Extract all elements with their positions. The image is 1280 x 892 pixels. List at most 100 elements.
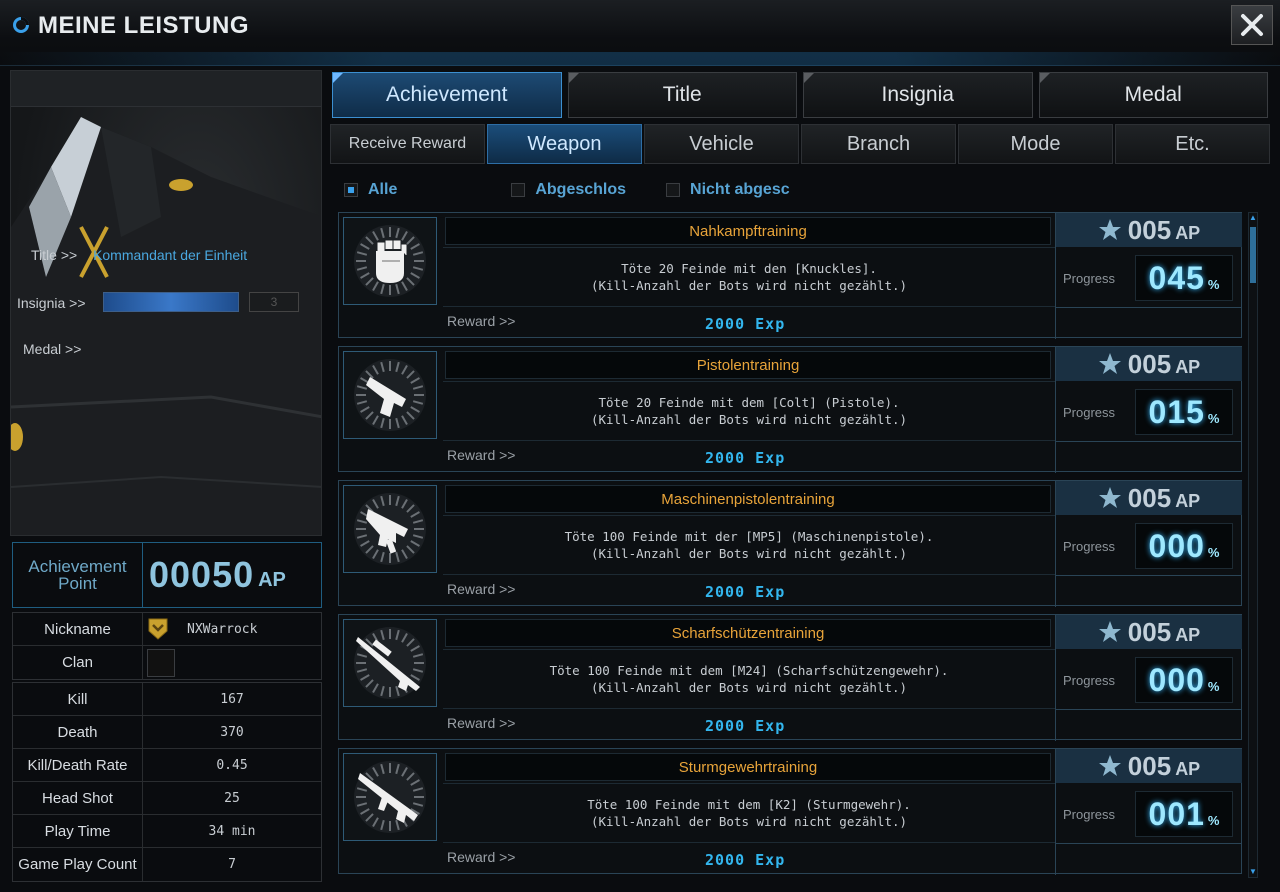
pistol-icon xyxy=(354,359,426,431)
star-icon xyxy=(1098,487,1121,508)
ap-unit-label: AP xyxy=(1175,490,1201,511)
progress-label: Progress xyxy=(1063,539,1116,554)
description-line2: (Kill-Anzahl der Bots wird nicht gezählt… xyxy=(590,546,908,561)
clan-row: Clan xyxy=(13,646,321,679)
weapon-icon-box xyxy=(343,485,437,573)
progress-percent: % xyxy=(1207,812,1220,828)
filter-all[interactable]: Alle xyxy=(344,178,397,202)
stat-row: Game Play Count 7 xyxy=(13,848,321,881)
tab-mode[interactable]: Mode xyxy=(958,124,1113,164)
achievement-panel: Achievement Title Insignia Medal Receive… xyxy=(330,70,1270,882)
achievement-card[interactable]: Maschinenpistolentraining Töte 100 Feind… xyxy=(338,480,1242,607)
description-line2: (Kill-Anzahl der Bots wird nicht gezählt… xyxy=(590,814,908,829)
stat-value: 370 xyxy=(220,724,244,740)
stat-row: Death 370 xyxy=(13,716,321,749)
tab-weapon[interactable]: Weapon xyxy=(487,124,642,164)
star-icon xyxy=(1098,353,1121,374)
ap-unit-label: AP xyxy=(1175,624,1201,645)
weapon-icon-box xyxy=(343,351,437,439)
titlebar-glow xyxy=(0,52,1280,66)
clan-label: Clan xyxy=(13,646,143,679)
progress-label: Progress xyxy=(1063,673,1116,688)
achievement-card[interactable]: Sturmgewehrtraining Töte 100 Feinde mit … xyxy=(338,748,1242,875)
stat-value: 167 xyxy=(220,691,244,707)
ap-cell: 005 AP xyxy=(1056,749,1242,783)
achievement-name: Nahkampftraining xyxy=(445,217,1051,245)
filter-completed-checkbox[interactable] xyxy=(511,183,526,197)
ap-cell: 005 AP xyxy=(1056,347,1242,381)
progress-value: 000 xyxy=(1148,661,1205,698)
ap-value: 005 xyxy=(1127,482,1172,513)
description-line2: (Kill-Anzahl der Bots wird nicht gezählt… xyxy=(590,412,908,427)
ap-value: 005 xyxy=(1127,214,1172,245)
progress-box: 000 % xyxy=(1135,657,1233,703)
achievement-name: Scharfschützentraining xyxy=(445,619,1051,647)
ap-cell: 005 AP xyxy=(1056,615,1242,649)
achievement-name: Pistolentraining xyxy=(445,351,1051,379)
filter-completed[interactable]: Abgeschlos xyxy=(511,178,626,202)
reward-label[interactable]: Reward >> xyxy=(447,313,515,329)
reward-value: 2000 Exp xyxy=(705,717,786,735)
tab-branch[interactable]: Branch xyxy=(801,124,956,164)
achievement-description: Töte 20 Feinde mit dem [Colt] (Pistole).… xyxy=(443,381,1055,441)
scroll-up-arrow-icon[interactable]: ▲ xyxy=(1249,213,1257,223)
description-line1: Töte 20 Feinde mit den [Knuckles]. xyxy=(621,261,877,276)
ap-label-line2: Point xyxy=(58,574,97,593)
achievement-card[interactable]: Scharfschützentraining Töte 100 Feinde m… xyxy=(338,614,1242,741)
card-hsep xyxy=(1056,441,1242,442)
tab-achievement[interactable]: Achievement xyxy=(332,72,562,118)
achievement-description: Töte 20 Feinde mit den [Knuckles]. (Kill… xyxy=(443,247,1055,307)
title-value[interactable]: Kommandant der Einheit xyxy=(93,247,247,263)
scroll-thumb[interactable] xyxy=(1250,227,1256,283)
tab-etc[interactable]: Etc. xyxy=(1115,124,1270,164)
list-scrollbar[interactable]: ▲ ▼ xyxy=(1248,212,1258,878)
star-icon xyxy=(1098,755,1121,776)
filter-all-checkbox[interactable] xyxy=(344,183,358,197)
achievement-point-label: Achievement Point xyxy=(13,543,143,607)
achievement-description: Töte 100 Feinde mit dem [K2] (Sturmgeweh… xyxy=(443,783,1055,843)
tab-receive-reward[interactable]: Receive Reward xyxy=(330,124,485,164)
reward-label[interactable]: Reward >> xyxy=(447,849,515,865)
weapon-icon-box xyxy=(343,217,437,305)
sniper-rifle-icon xyxy=(354,627,426,699)
achievement-card[interactable]: Pistolentraining Töte 20 Feinde mit dem … xyxy=(338,346,1242,473)
progress-percent: % xyxy=(1207,544,1220,560)
tab-vehicle[interactable]: Vehicle xyxy=(644,124,799,164)
filter-incomplete[interactable]: Nicht abgesc xyxy=(666,178,790,202)
tab-medal[interactable]: Medal xyxy=(1038,72,1268,118)
ap-value: 005 xyxy=(1127,616,1172,647)
achievement-card[interactable]: Nahkampftraining Töte 20 Feinde mit den … xyxy=(338,212,1242,339)
reward-label[interactable]: Reward >> xyxy=(447,715,515,731)
description-line1: Töte 100 Feinde mit der [MP5] (Maschinen… xyxy=(564,529,934,544)
insignia-bar[interactable] xyxy=(103,292,239,312)
ap-label-line1: Achievement xyxy=(28,557,127,576)
fist-icon xyxy=(354,225,426,297)
reward-label[interactable]: Reward >> xyxy=(447,581,515,597)
filter-incomplete-checkbox[interactable] xyxy=(666,183,681,197)
progress-value: 000 xyxy=(1148,527,1205,564)
stat-value: 7 xyxy=(228,857,236,872)
tab-title[interactable]: Title xyxy=(567,72,797,118)
close-button[interactable] xyxy=(1231,5,1273,45)
reward-label[interactable]: Reward >> xyxy=(447,447,515,463)
progress-box: 001 % xyxy=(1135,791,1233,837)
tab-insignia[interactable]: Insignia xyxy=(803,72,1033,118)
profile-panel: Title >> Kommandant der Einheit Insignia… xyxy=(10,70,322,882)
filter-completed-label: Abgeschlos xyxy=(535,181,627,198)
description-line1: Töte 100 Feinde mit dem [K2] (Sturmgeweh… xyxy=(587,797,911,812)
uniform-image xyxy=(11,107,321,535)
achievement-list: Nahkampftraining Töte 20 Feinde mit den … xyxy=(338,212,1242,880)
progress-label: Progress xyxy=(1063,271,1116,286)
rank-badge-icon xyxy=(148,618,168,640)
smg-icon xyxy=(354,493,426,565)
filter-bar: Alle Abgeschlos Nicht abgesc xyxy=(344,178,830,202)
stat-row: Kill 167 xyxy=(13,683,321,716)
scroll-down-arrow-icon[interactable]: ▼ xyxy=(1249,867,1257,877)
reward-value: 2000 Exp xyxy=(705,449,786,467)
progress-box: 015 % xyxy=(1135,389,1233,435)
character-portrait: Title >> Kommandant der Einheit Insignia… xyxy=(10,70,322,536)
achievement-point-box: Achievement Point 00050 AP xyxy=(12,542,322,608)
progress-value: 045 xyxy=(1148,259,1205,296)
progress-box: 045 % xyxy=(1135,255,1233,301)
achievement-description: Töte 100 Feinde mit dem [M24] (Scharfsch… xyxy=(443,649,1055,709)
